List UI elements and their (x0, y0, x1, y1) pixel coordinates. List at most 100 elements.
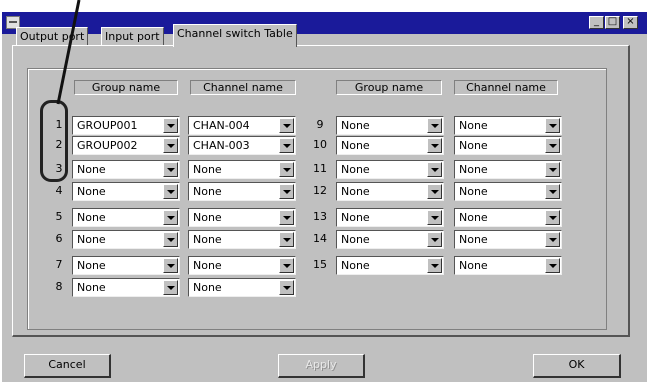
row-number: 12 (313, 184, 327, 197)
maximize-icon[interactable]: □ (605, 16, 620, 29)
group-value: None (77, 281, 106, 294)
channel-select[interactable]: None (454, 208, 562, 227)
channel-select[interactable]: None (454, 136, 562, 155)
tab-channel-switch-table[interactable]: Channel switch Table (173, 24, 297, 47)
channel-name-header-right: Channel name (454, 80, 558, 95)
group-select[interactable]: None (336, 136, 444, 155)
chevron-down-icon[interactable] (427, 138, 442, 153)
group-select[interactable]: None (72, 278, 180, 297)
chevron-down-icon[interactable] (279, 258, 294, 273)
chevron-down-icon[interactable] (163, 138, 178, 153)
chevron-down-icon[interactable] (427, 118, 442, 133)
group-select[interactable]: None (336, 116, 444, 135)
group-select[interactable]: None (336, 160, 444, 179)
chevron-down-icon[interactable] (427, 232, 442, 247)
row-number: 7 (55, 258, 63, 271)
chevron-down-icon[interactable] (427, 210, 442, 225)
channel-select[interactable]: None (188, 230, 296, 249)
channel-value: None (193, 281, 222, 294)
chevron-down-icon[interactable] (545, 138, 560, 153)
chevron-down-icon[interactable] (427, 162, 442, 177)
channel-select[interactable]: None (188, 160, 296, 179)
group-select[interactable]: None (72, 230, 180, 249)
chevron-down-icon[interactable] (427, 258, 442, 273)
group-select[interactable]: None (72, 182, 180, 201)
group-select[interactable]: None (72, 256, 180, 275)
row-number: 2 (55, 138, 63, 151)
tab-label: Channel switch Table (177, 27, 293, 40)
chevron-down-icon[interactable] (163, 280, 178, 295)
chevron-down-icon[interactable] (279, 210, 294, 225)
group-select[interactable]: GROUP001 (72, 116, 180, 135)
tab-input-port[interactable]: Input port (101, 27, 164, 46)
channel-value: None (193, 233, 222, 246)
channel-value: None (193, 259, 222, 272)
chevron-down-icon[interactable] (279, 184, 294, 199)
group-select[interactable]: None (72, 160, 180, 179)
apply-button[interactable]: Apply (278, 354, 365, 378)
chevron-down-icon[interactable] (279, 162, 294, 177)
chevron-down-icon[interactable] (545, 258, 560, 273)
minimize-icon[interactable]: _ (589, 16, 604, 29)
group-select[interactable]: None (336, 230, 444, 249)
chevron-down-icon[interactable] (427, 184, 442, 199)
row-number: 8 (55, 280, 63, 293)
chevron-down-icon[interactable] (163, 118, 178, 133)
group-select[interactable]: None (72, 208, 180, 227)
channel-value: None (193, 163, 222, 176)
chevron-down-icon[interactable] (545, 210, 560, 225)
row-number: 6 (55, 232, 63, 245)
chevron-down-icon[interactable] (279, 138, 294, 153)
row-number: 10 (313, 138, 327, 151)
channel-select[interactable]: None (454, 160, 562, 179)
channel-value: None (459, 163, 488, 176)
row-number: 15 (313, 258, 327, 271)
channel-select[interactable]: None (454, 230, 562, 249)
channel-select[interactable]: CHAN-003 (188, 136, 296, 155)
group-select[interactable]: None (336, 256, 444, 275)
chevron-down-icon[interactable] (163, 232, 178, 247)
channel-select[interactable]: None (188, 278, 296, 297)
chevron-down-icon[interactable] (163, 162, 178, 177)
chevron-down-icon[interactable] (279, 280, 294, 295)
channel-value: None (459, 233, 488, 246)
chevron-down-icon[interactable] (163, 210, 178, 225)
channel-select[interactable]: None (188, 256, 296, 275)
channel-value: None (459, 259, 488, 272)
channel-select[interactable]: None (188, 208, 296, 227)
chevron-down-icon[interactable] (545, 232, 560, 247)
group-value: None (341, 139, 370, 152)
channel-select[interactable]: None (454, 182, 562, 201)
channel-value: CHAN-004 (193, 119, 250, 132)
row-number: 13 (313, 210, 327, 223)
chevron-down-icon[interactable] (545, 162, 560, 177)
channel-select[interactable]: None (454, 116, 562, 135)
chevron-down-icon[interactable] (279, 118, 294, 133)
group-select[interactable]: GROUP002 (72, 136, 180, 155)
chevron-down-icon[interactable] (545, 118, 560, 133)
channel-value: None (459, 211, 488, 224)
chevron-down-icon[interactable] (545, 184, 560, 199)
row-number: 5 (55, 210, 63, 223)
channel-select[interactable]: None (188, 182, 296, 201)
close-icon[interactable]: × (623, 16, 638, 29)
group-value: None (77, 163, 106, 176)
group-select[interactable]: None (336, 208, 444, 227)
row-number: 14 (313, 232, 327, 245)
group-value: None (77, 259, 106, 272)
group-select[interactable]: None (336, 182, 444, 201)
channel-name-header-left: Channel name (190, 80, 296, 95)
tab-output-port[interactable]: Output port (16, 27, 89, 46)
group-value: None (77, 185, 106, 198)
channel-value: None (459, 139, 488, 152)
tab-label: Output port (20, 30, 85, 43)
cancel-button[interactable]: Cancel (24, 354, 111, 378)
row-number: 4 (55, 184, 63, 197)
channel-select[interactable]: CHAN-004 (188, 116, 296, 135)
chevron-down-icon[interactable] (279, 232, 294, 247)
chevron-down-icon[interactable] (163, 258, 178, 273)
channel-select[interactable]: None (454, 256, 562, 275)
chevron-down-icon[interactable] (163, 184, 178, 199)
row-number: 3 (55, 162, 63, 175)
ok-button[interactable]: OK (533, 354, 621, 378)
